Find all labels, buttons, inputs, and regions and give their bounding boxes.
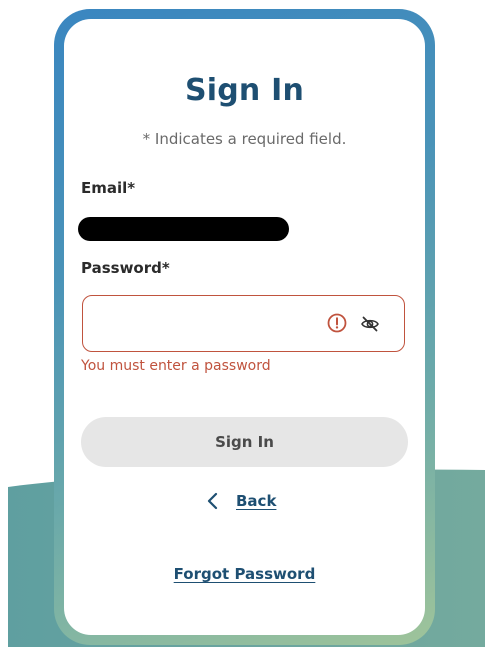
chevron-left-icon [207, 492, 218, 510]
eye-off-icon[interactable] [360, 314, 380, 334]
password-label: Password* [81, 259, 170, 277]
alert-circle-icon [327, 313, 347, 333]
password-field[interactable] [82, 295, 405, 352]
forgot-password-link[interactable]: Forgot Password [64, 565, 425, 583]
email-label: Email* [81, 179, 136, 197]
signin-card: Sign In * Indicates a required field. Em… [64, 19, 425, 635]
signin-card-frame: Sign In * Indicates a required field. Em… [54, 9, 435, 645]
required-field-note: * Indicates a required field. [142, 130, 347, 148]
password-error-message: You must enter a password [81, 358, 271, 374]
back-link-row[interactable]: Back [206, 489, 276, 513]
back-link[interactable]: Back [236, 492, 276, 510]
sign-in-button[interactable]: Sign In [81, 417, 408, 467]
email-value-redacted[interactable] [78, 217, 289, 241]
page-title: Sign In [184, 73, 305, 108]
password-input[interactable] [95, 306, 319, 342]
